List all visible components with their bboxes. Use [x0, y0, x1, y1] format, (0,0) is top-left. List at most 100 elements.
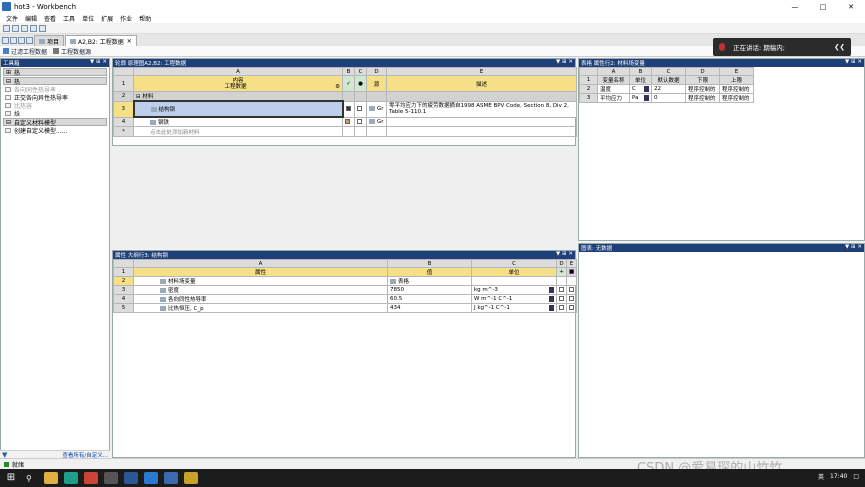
voice-chat-widget[interactable]: 正在讲话: 期稿内; ❮❮ — [713, 38, 851, 56]
value-cell[interactable]: 434 — [387, 303, 472, 313]
close-tab-icon[interactable]: ✕ — [127, 38, 132, 45]
edge-browser-icon[interactable] — [64, 472, 78, 484]
column-a[interactable]: A — [133, 67, 343, 76]
menu-edit[interactable]: 编辑 — [25, 14, 37, 23]
app-icon-4[interactable] — [104, 472, 118, 484]
app-icon-6[interactable] — [144, 472, 158, 484]
chat-arrow-icon[interactable]: ❮❮ — [834, 43, 845, 51]
default-data-cell[interactable]: 0 — [651, 93, 686, 103]
unit-dropdown[interactable]: W m^-1 C^-1 — [471, 294, 557, 304]
unit-dropdown[interactable]: Pa — [629, 93, 652, 103]
tab-toolbar-icon-3[interactable] — [18, 37, 25, 44]
toolbox-item-enthalpy[interactable]: 焓 — [5, 109, 109, 118]
lower-limit-cell[interactable]: 程序控制的 — [685, 84, 720, 94]
chrome-browser-icon[interactable] — [84, 472, 98, 484]
property-name-cell[interactable]: 材料场变量 — [133, 276, 388, 286]
open-icon[interactable] — [12, 24, 19, 32]
value-cell[interactable]: 60.5 — [387, 294, 472, 304]
engineering-data-sources-button[interactable]: 工程数据源 — [53, 47, 91, 56]
materials-group[interactable]: ⊟ 材料 — [133, 91, 343, 102]
column-e[interactable]: E — [719, 67, 754, 76]
pin-icon[interactable]: ▼ ⊞ ✕ — [845, 59, 862, 65]
menu-view[interactable]: 查看 — [44, 14, 56, 23]
column-d[interactable]: D — [685, 67, 720, 76]
unit-dropdown[interactable]: J kg^-1 C^-1 — [471, 303, 557, 313]
pin-icon[interactable]: ▼ ⊞ ✕ — [90, 59, 107, 65]
tab-engineering-data[interactable]: A2,B2: 工程数据 ✕ — [65, 35, 137, 46]
table-row[interactable]: * 点击此处添加新材料 — [113, 126, 577, 137]
column-e[interactable]: E — [386, 67, 577, 76]
pin-icon[interactable]: ▼ ⊞ ✕ — [845, 244, 862, 250]
default-data-cell[interactable]: 22 — [651, 84, 686, 94]
pin-icon[interactable]: ▼ ⊞ ✕ — [556, 251, 573, 257]
menu-help[interactable]: 帮助 — [139, 14, 151, 23]
checkbox[interactable] — [569, 287, 574, 292]
chevron-down-icon[interactable] — [549, 296, 554, 302]
property-name-cell[interactable]: 各向同性热导率 — [133, 294, 388, 304]
tab-toolbar-icon-1[interactable] — [2, 37, 9, 44]
checkbox[interactable] — [569, 305, 574, 310]
column-e[interactable]: E — [566, 259, 577, 268]
table-row[interactable]: 5 比热恒压, C_p 434 J kg^-1 C^-1 — [113, 303, 577, 313]
checkbox[interactable] — [559, 296, 564, 301]
refresh-icon[interactable] — [39, 24, 46, 32]
column-b[interactable]: B — [342, 67, 355, 76]
property-name-cell[interactable]: 比热恒压, C_p — [133, 303, 388, 313]
column-c[interactable]: C — [651, 67, 686, 76]
checkbox[interactable] — [357, 118, 362, 124]
checkbox[interactable] — [569, 296, 574, 301]
windows-start-icon[interactable]: ⊞ — [4, 472, 18, 484]
lower-limit-cell[interactable]: 程序控制的 — [685, 93, 720, 103]
minimize-button[interactable]: — — [781, 0, 809, 13]
checkbox[interactable] — [357, 106, 362, 111]
unit-dropdown[interactable]: kg m^-3 — [471, 285, 557, 295]
app-icon-7[interactable] — [164, 472, 178, 484]
maximize-button[interactable]: □ — [809, 0, 837, 13]
column-c[interactable]: C — [354, 67, 367, 76]
save-icon[interactable] — [21, 24, 28, 32]
column-d[interactable]: D — [556, 259, 567, 268]
pin-icon[interactable]: ▼ ⊞ ✕ — [556, 59, 573, 65]
word-icon[interactable] — [124, 472, 138, 484]
menu-jobs[interactable]: 作业 — [120, 14, 132, 23]
column-d[interactable]: D — [366, 67, 387, 76]
table-row[interactable]: 4 钢铁 Gr — [113, 116, 577, 127]
column-b[interactable]: B — [387, 259, 472, 268]
table-row[interactable]: 3 平均应力 Pa 0 程序控制的 程序控制的 — [579, 93, 754, 103]
column-a[interactable]: A — [133, 259, 388, 268]
upper-limit-cell[interactable]: 程序控制的 — [719, 84, 754, 94]
menu-file[interactable]: 文件 — [6, 14, 18, 23]
material-steel[interactable]: 钢铁 — [133, 116, 343, 127]
menu-units[interactable]: 单位 — [82, 14, 94, 23]
column-b[interactable]: B — [629, 67, 652, 76]
new-icon[interactable] — [3, 24, 10, 32]
file-explorer-icon[interactable] — [44, 472, 58, 484]
checkbox[interactable] — [559, 305, 564, 310]
menu-extensions[interactable]: 扩展 — [101, 14, 113, 23]
toolbox-item-specific-heat[interactable]: 比热容 — [5, 101, 109, 110]
chevron-down-icon[interactable] — [549, 305, 554, 311]
ime-indicator[interactable]: 英 — [818, 472, 824, 481]
book-icon[interactable] — [345, 106, 351, 111]
tab-project[interactable]: 项目 — [34, 35, 65, 46]
toolbox-item-create-custom-model[interactable]: 创建自定义模型...... — [5, 126, 109, 135]
upper-limit-cell[interactable]: 程序控制的 — [719, 93, 754, 103]
checkbox[interactable] — [559, 287, 564, 292]
chevron-down-icon[interactable] — [549, 287, 554, 293]
chevron-down-icon[interactable] — [644, 95, 649, 101]
tab-toolbar-icon-2[interactable] — [10, 37, 17, 44]
chevron-down-icon[interactable] — [644, 86, 649, 92]
table-row[interactable]: 3 密度 7850 kg m^-3 — [113, 285, 577, 295]
save-as-icon[interactable] — [30, 24, 37, 32]
category-physical-properties[interactable]: ⊞ 热 — [3, 68, 107, 77]
book-icon[interactable] — [345, 118, 350, 124]
property-name-cell[interactable]: 密度 — [133, 285, 388, 295]
close-button[interactable]: ✕ — [837, 0, 865, 13]
workbench-taskbar-icon[interactable] — [184, 472, 198, 484]
clock[interactable]: 17:40 — [830, 473, 847, 480]
value-cell[interactable]: 7850 — [387, 285, 472, 295]
table-row[interactable]: 2 温度 C 22 程序控制的 程序控制的 — [579, 84, 754, 94]
add-new-material-cell[interactable]: 点击此处添加新材料 — [133, 126, 343, 137]
table-row[interactable]: 2 材料场变量 表格 — [113, 276, 577, 286]
column-a[interactable]: A — [597, 67, 630, 76]
